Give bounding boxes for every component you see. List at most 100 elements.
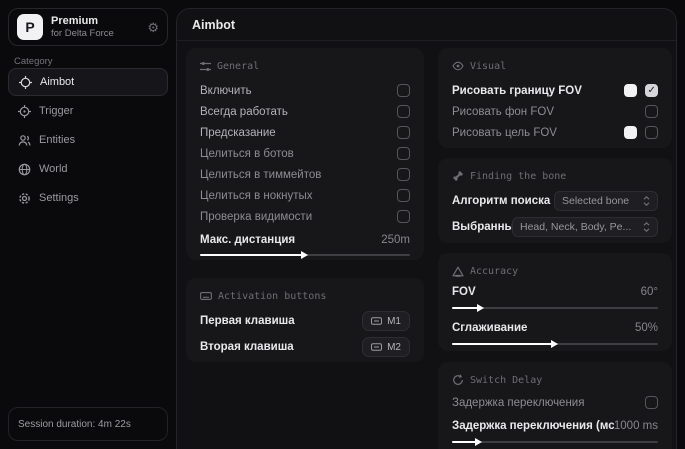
- setting-label: Предсказание: [200, 127, 276, 139]
- setting-label: Целиться в тиммейтов: [200, 169, 321, 181]
- checkbox-target-bots[interactable]: [397, 147, 410, 160]
- bone-row: Выбранные кос Head, Neck, Body, Pe...: [452, 214, 658, 240]
- sidebar-item-settings[interactable]: Settings: [8, 184, 168, 212]
- visual-row: Рисовать границу FOV: [452, 80, 658, 101]
- max-distance-slider[interactable]: [200, 250, 410, 260]
- color-swatch[interactable]: [624, 84, 637, 97]
- sidebar-item-world[interactable]: World: [8, 155, 168, 183]
- slider-thumb[interactable]: [301, 251, 308, 259]
- color-swatch[interactable]: [624, 126, 637, 139]
- selected-bones-select[interactable]: Head, Neck, Body, Pe...: [512, 217, 658, 237]
- trigger-icon: [18, 105, 31, 118]
- key-icon: [371, 343, 382, 351]
- bone-label: Алгоритм поиска кост: [452, 195, 554, 207]
- checkbox-draw-fov-target[interactable]: [645, 126, 658, 139]
- smoothing-slider[interactable]: [452, 339, 658, 349]
- setting-row: Целиться в тиммейтов: [200, 164, 410, 185]
- settings-icon: [18, 192, 31, 205]
- slider-row: Задержка переключения (мс) 1000 ms: [452, 417, 658, 435]
- sidebar-item-label: Entities: [39, 134, 75, 146]
- setting-row: Всегда работать: [200, 101, 410, 122]
- sliders-icon: [200, 61, 211, 72]
- sidebar-nav: Aimbot Trigger Entities World Settings: [8, 68, 168, 213]
- keybind-row: Вторая клавиша M2: [200, 334, 410, 360]
- panel-visual: Visual Рисовать границу FOV Рисовать фон…: [438, 48, 672, 148]
- sidebar-item-label: Settings: [39, 192, 79, 204]
- fov-slider[interactable]: [452, 303, 658, 313]
- app-window: P Premium for Delta Force ⚙ Category Aim…: [0, 0, 685, 449]
- slider-thumb[interactable]: [475, 438, 482, 446]
- panel-accuracy: Accuracy FOV 60° Сглаживание 50%: [438, 253, 672, 351]
- panel-finding-bone: Finding the bone Алгоритм поиска кост Se…: [438, 158, 672, 243]
- slider-row: Макс. дистанция 250m: [200, 231, 410, 248]
- setting-row: Целиться в ботов: [200, 143, 410, 164]
- slider-value: 50%: [635, 322, 658, 334]
- panel-general: General Включить Всегда работать Предска…: [186, 48, 424, 260]
- refresh-icon: [452, 374, 464, 386]
- logo-letter: P: [25, 19, 34, 35]
- panel-accuracy-header: Accuracy: [452, 263, 658, 279]
- panel-bone-header: Finding the bone: [452, 168, 658, 184]
- bone-row: Алгоритм поиска кост Selected bone: [452, 188, 658, 214]
- slider-value: 250m: [381, 234, 410, 246]
- sidebar-item-entities[interactable]: Entities: [8, 126, 168, 154]
- brand-title: Premium: [51, 15, 147, 27]
- entities-icon: [18, 134, 31, 147]
- visual-row: Рисовать цель FOV: [452, 122, 658, 143]
- switch-delay-slider[interactable]: [452, 437, 658, 447]
- checkbox-target-knocked[interactable]: [397, 189, 410, 202]
- sidebar-item-aimbot[interactable]: Aimbot: [8, 68, 168, 96]
- visual-label: Рисовать цель FOV: [452, 127, 557, 139]
- globe-icon: [18, 163, 31, 176]
- checkbox-switch-delay[interactable]: [645, 396, 658, 409]
- keybind-button-m2[interactable]: M2: [362, 337, 410, 357]
- column-left: General Включить Всегда работать Предска…: [186, 48, 424, 362]
- sidebar-item-trigger[interactable]: Trigger: [8, 97, 168, 125]
- main-header: Aimbot: [177, 9, 676, 41]
- setting-label: Проверка видимости: [200, 211, 312, 223]
- slider-label: FOV: [452, 286, 476, 298]
- unfold-icon: [643, 222, 650, 232]
- setting-label: Целиться в нокнутых: [200, 190, 313, 202]
- column-right: Visual Рисовать границу FOV Рисовать фон…: [438, 48, 672, 449]
- setting-label: Задержка переключения: [452, 397, 584, 409]
- sidebar-item-label: World: [39, 163, 68, 175]
- visual-row: Рисовать фон FOV: [452, 101, 658, 122]
- setting-row: Целиться в нокнутых: [200, 185, 410, 206]
- checkbox-enable[interactable]: [397, 84, 410, 97]
- keyboard-icon: [200, 291, 212, 301]
- visual-label: Рисовать фон FOV: [452, 106, 554, 118]
- checkbox-prediction[interactable]: [397, 126, 410, 139]
- keybind-button-m1[interactable]: M1: [362, 311, 410, 331]
- sidebar-item-label: Trigger: [39, 105, 73, 117]
- visual-label: Рисовать границу FOV: [452, 85, 582, 97]
- page-title: Aimbot: [192, 18, 235, 32]
- setting-row: Проверка видимости: [200, 206, 410, 227]
- slider-thumb[interactable]: [551, 340, 558, 348]
- triangle-icon: [452, 266, 464, 277]
- checkbox-draw-fov-background[interactable]: [645, 105, 658, 118]
- checkbox-visibility-check[interactable]: [397, 210, 410, 223]
- key-icon: [371, 317, 382, 325]
- checkbox-always-work[interactable]: [397, 105, 410, 118]
- keybind-label: Первая клавиша: [200, 315, 295, 327]
- panel-visual-header: Visual: [452, 58, 658, 74]
- category-label: Category: [14, 56, 53, 67]
- app-logo: P: [17, 14, 43, 40]
- gear-icon[interactable]: ⚙: [147, 21, 159, 34]
- slider-value: 1000 ms: [614, 420, 658, 432]
- checkbox-target-teammates[interactable]: [397, 168, 410, 181]
- slider-label: Макс. дистанция: [200, 234, 295, 246]
- panel-switch-delay-header: Switch Delay: [452, 372, 658, 388]
- slider-thumb[interactable]: [477, 304, 484, 312]
- slider-row: Сглаживание 50%: [452, 319, 658, 337]
- bone-algorithm-select[interactable]: Selected bone: [554, 191, 658, 211]
- panel-activation-buttons: Activation buttons Первая клавиша M1 Вто…: [186, 278, 424, 362]
- setting-row: Задержка переключения: [452, 392, 658, 413]
- slider-label: Сглаживание: [452, 322, 527, 334]
- session-duration: Session duration: 4m 22s: [18, 419, 131, 430]
- setting-label: Целиться в ботов: [200, 148, 294, 160]
- checkbox-draw-fov-border[interactable]: [645, 84, 658, 97]
- brand-card: P Premium for Delta Force ⚙: [8, 8, 168, 46]
- crosshair-icon: [19, 76, 32, 89]
